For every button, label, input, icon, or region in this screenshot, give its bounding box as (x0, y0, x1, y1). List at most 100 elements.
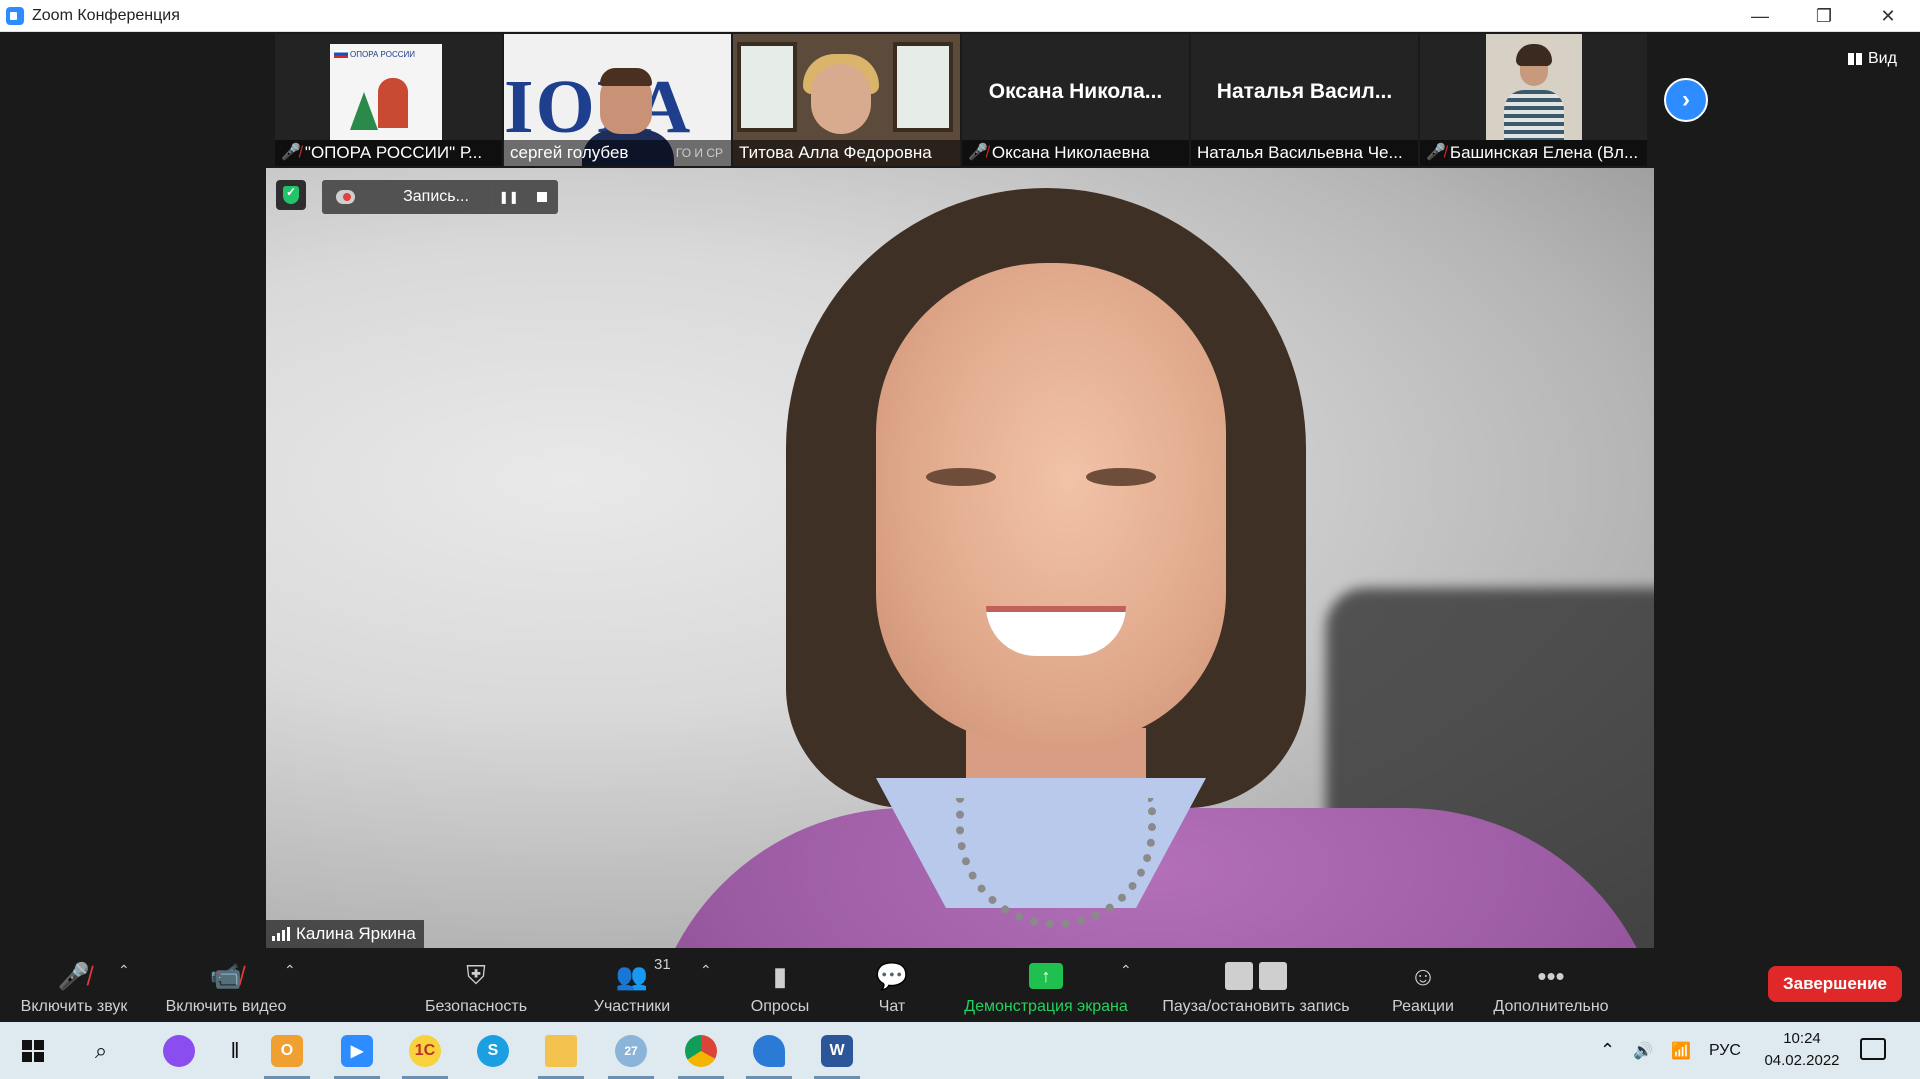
emoji-add-icon: ☺ (1409, 960, 1437, 991)
stop-icon (536, 192, 547, 202)
bar-chart-icon: ▮ (772, 960, 788, 991)
video-off-icon: 📹̸ (209, 960, 243, 991)
chat-bubble-icon: 💬 (875, 960, 909, 991)
speaker-name: Калина Яркина (296, 924, 416, 943)
pause-stop-recording-button[interactable]: Пауза/остановить запись (1154, 948, 1358, 1022)
view-button[interactable]: Вид (1848, 50, 1897, 68)
outlook-icon[interactable]: O (256, 1022, 318, 1079)
weather-badge: 27 (615, 1034, 647, 1067)
participants-options-caret[interactable]: ⌃ (700, 962, 712, 979)
meeting-toolbar: 🎤̸ Включить звук ⌃ 📹̸ Включить видео ⌃ ⛨… (0, 948, 1920, 1022)
reactions-button[interactable]: ☺ Реакции (1386, 948, 1460, 1022)
chat-button[interactable]: 💬 Чат (862, 948, 922, 1022)
alice-icon[interactable] (148, 1022, 210, 1079)
more-label: Дополнительно (1493, 998, 1609, 1015)
security-label: Безопасность (424, 998, 528, 1015)
window-shape (893, 42, 953, 132)
audio-options-caret[interactable]: ⌃ (118, 962, 130, 979)
unmute-button[interactable]: 🎤̸ Включить звук (14, 948, 134, 1022)
participant-tile[interactable]: ОПОРА РОССИИ 🎤̸ "ОПОРА РОССИИ" Р... (275, 34, 502, 166)
participant-name: сергей голубев (510, 143, 629, 162)
polls-label: Опросы (750, 998, 810, 1015)
notifications-icon[interactable] (1860, 1038, 1886, 1060)
participant-hair (1516, 44, 1552, 66)
recording-indicator: Запись... ❚❚ (322, 180, 558, 214)
participant-tile[interactable]: Титова Алла Федоровна (733, 34, 960, 166)
participants-label: Участники (593, 998, 671, 1015)
pause-recording-button[interactable]: ❚❚ (491, 180, 525, 214)
participant-body (1504, 90, 1564, 140)
edge-icon[interactable] (738, 1022, 800, 1079)
unmute-label: Включить звук (20, 998, 128, 1015)
chevron-up-icon[interactable]: ⌃ (1600, 1040, 1615, 1061)
skype-icon[interactable]: S (462, 1022, 524, 1079)
security-button[interactable]: ⛨ Безопасность (420, 948, 532, 1022)
zoom-icon[interactable]: ▶ (326, 1022, 388, 1079)
1c-icon[interactable]: 1С (394, 1022, 456, 1079)
polls-button[interactable]: ▮ Опросы (746, 948, 814, 1022)
view-button-label: Вид (1868, 50, 1897, 67)
search-icon[interactable]: ⌕ (70, 1022, 132, 1079)
meeting-area: ОПОРА РОССИИ 🎤̸ "ОПОРА РОССИИ" Р... ІОРА… (0, 32, 1920, 1022)
window-shape (737, 42, 797, 132)
participant-big-name: Оксана Никола... (988, 80, 1163, 103)
restore-button[interactable]: ❐ (1792, 0, 1856, 32)
speaker-face (876, 263, 1226, 743)
speaker-name-bar: Калина Яркина (266, 920, 424, 948)
participant-name-bar: 🎤̸ "ОПОРА РОССИИ" Р... (275, 140, 502, 166)
next-page-button[interactable]: › (1664, 78, 1708, 122)
language-indicator[interactable]: РУС (1709, 1042, 1741, 1060)
minimize-button[interactable]: — (1728, 0, 1792, 32)
participants-icon: 👥 (615, 960, 649, 991)
chrome-icon[interactable] (670, 1022, 732, 1079)
participant-tile[interactable]: ІОРА РО сергей голубев ГО И СР (504, 34, 731, 166)
start-video-label: Включить видео (165, 998, 287, 1015)
participant-name-bar: 🎤̸ Оксана Николаевна (962, 140, 1189, 166)
chevron-right-icon: › (1682, 86, 1690, 113)
title-bar: Zoom Конференция — ❐ ✕ (0, 0, 1920, 32)
weather-icon[interactable]: 27 (600, 1022, 662, 1079)
more-button[interactable]: ••• Дополнительно (1488, 948, 1614, 1022)
stop-recording-button[interactable] (524, 180, 558, 214)
participant-name: Наталья Васильевна Че... (1197, 143, 1403, 162)
participant-strip: ОПОРА РОССИИ 🎤̸ "ОПОРА РОССИИ" Р... ІОРА… (275, 34, 1647, 166)
participant-tile[interactable]: 🎤̸ Башинская Елена (Вл... (1420, 34, 1647, 166)
start-video-button[interactable]: 📹̸ Включить видео (160, 948, 292, 1022)
participant-name: Оксана Николаевна (991, 143, 1150, 162)
share-screen-icon-wrap: ↑ (1029, 958, 1063, 994)
windows-start-icon[interactable] (2, 1022, 64, 1079)
zoom-app-icon (6, 6, 24, 25)
recording-label: Запись... (403, 188, 469, 205)
close-button[interactable]: ✕ (1856, 0, 1920, 32)
volume-icon[interactable]: 🔊 (1633, 1041, 1653, 1061)
participant-name: "ОПОРА РОССИИ" Р... (304, 143, 483, 162)
flag-icon (334, 50, 348, 58)
encryption-badge[interactable] (276, 180, 306, 210)
cloud-record-icon (336, 190, 356, 204)
logo-text: ОПОРА РОССИИ (350, 50, 415, 59)
speaker-eye (926, 468, 996, 486)
participant-name: Титова Алла Федоровна (739, 143, 932, 162)
signal-strength-icon (272, 927, 290, 941)
end-meeting-button[interactable]: Завершение (1768, 966, 1902, 1002)
participant-tile[interactable]: Наталья Васил... Наталья Васильевна Че..… (1191, 34, 1418, 166)
taskbar: ⌕ ‖ O ▶ 1С S 27 W ⌃ 🔊 📶 РУС 10:24 04.02.… (0, 1022, 1920, 1079)
ellipsis-icon: ••• (1537, 960, 1565, 991)
word-icon[interactable]: W (806, 1022, 868, 1079)
background-small-text: ГО И СР (675, 146, 723, 160)
participant-name-bar: 🎤̸ Башинская Елена (Вл... (1420, 140, 1647, 166)
participant-tile[interactable]: Оксана Никола... 🎤̸ Оксана Николаевна (962, 34, 1189, 166)
video-options-caret[interactable]: ⌃ (284, 962, 296, 979)
shield-check-icon (283, 185, 299, 204)
file-explorer-icon[interactable] (530, 1022, 592, 1079)
share-options-caret[interactable]: ⌃ (1120, 962, 1132, 979)
participant-face (811, 64, 871, 134)
clock[interactable]: 10:24 04.02.2022 (1762, 1028, 1842, 1072)
mic-muted-icon: 🎤̸ (281, 144, 301, 161)
shield-icon: ⛨ (466, 960, 486, 990)
active-speaker-video: Запись... ❚❚ Калина Яркина (266, 168, 1654, 948)
share-screen-button[interactable]: ↑ Демонстрация экрана (958, 948, 1134, 1022)
share-screen-label: Демонстрация экрана (964, 998, 1128, 1015)
wifi-icon[interactable]: 📶 (1671, 1041, 1691, 1061)
church-shape (378, 78, 408, 128)
